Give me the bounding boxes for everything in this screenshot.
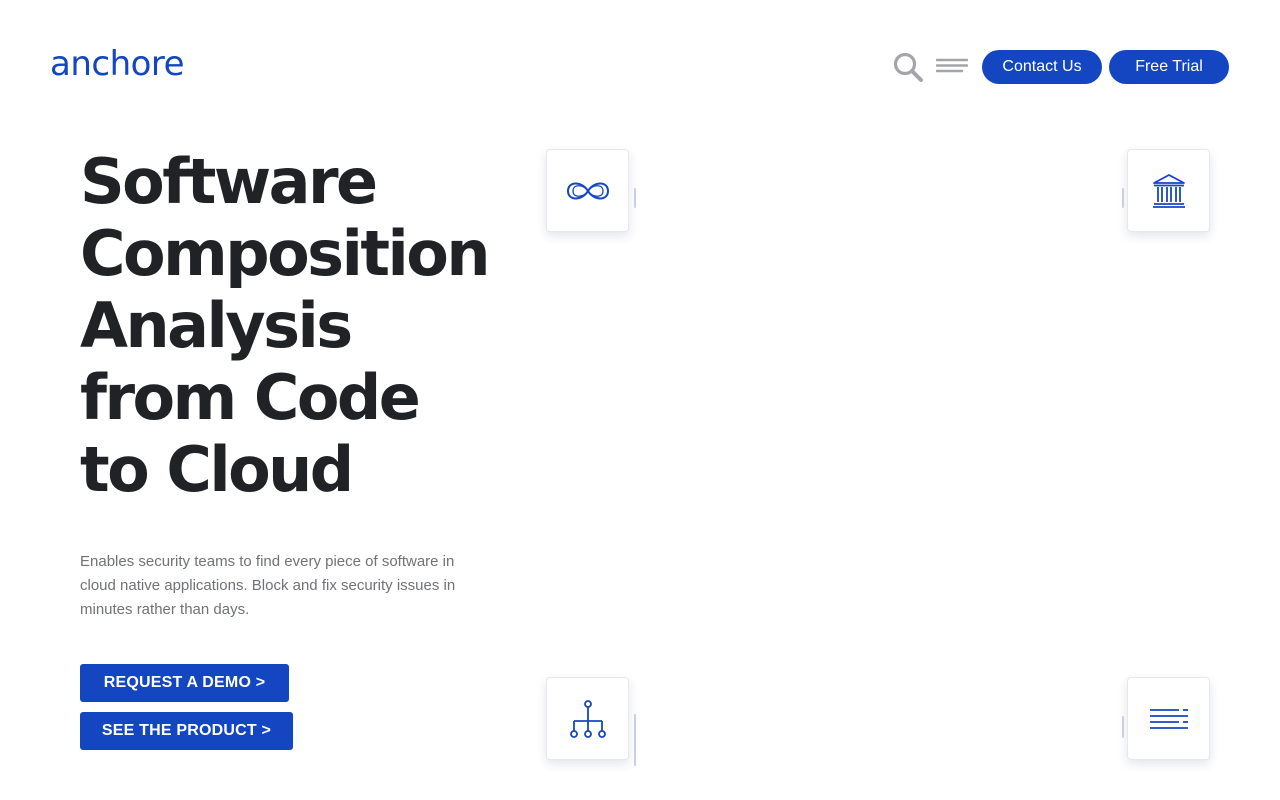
request-demo-button[interactable]: REQUEST A DEMO > <box>80 664 289 702</box>
headline-line: Software <box>80 145 378 218</box>
feature-card-building <box>1127 149 1210 232</box>
card-connector <box>1122 188 1124 208</box>
feature-card-tree <box>546 677 629 760</box>
see-product-button[interactable]: SEE THE PRODUCT > <box>80 712 293 750</box>
infinity-icon <box>566 182 609 199</box>
search-icon[interactable] <box>892 51 924 83</box>
feature-card-infinity <box>546 149 629 232</box>
free-trial-button[interactable]: Free Trial <box>1109 50 1229 84</box>
lines-list-icon <box>1149 708 1188 729</box>
headline-line: to Cloud <box>80 433 354 506</box>
hamburger-menu-icon[interactable] <box>936 57 968 77</box>
contact-us-button[interactable]: Contact Us <box>982 50 1102 84</box>
headline-line: Analysis <box>80 289 353 362</box>
hero-headline: Software Composition Analysis from Code … <box>80 146 530 506</box>
card-connector <box>634 714 636 766</box>
header-nav: Contact Us Free Trial <box>892 50 1229 84</box>
anchore-logo[interactable]: anchore <box>50 40 185 88</box>
hero-description: Enables security teams to find every pie… <box>80 553 456 618</box>
government-building-icon <box>1152 173 1185 208</box>
hierarchy-tree-icon <box>569 699 606 738</box>
headline-line: from Code <box>80 361 421 434</box>
feature-card-lines <box>1127 677 1210 760</box>
card-connector <box>1122 716 1124 738</box>
card-connector <box>634 188 636 208</box>
headline-line: Composition <box>80 217 490 290</box>
